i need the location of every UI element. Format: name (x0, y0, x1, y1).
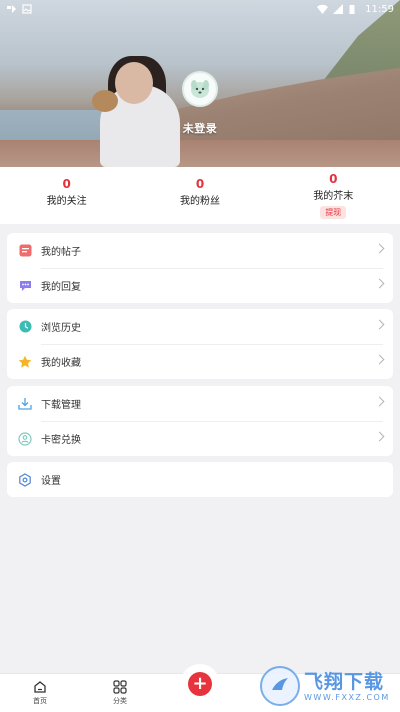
wifi-icon (317, 4, 329, 14)
menu-item-browse-history[interactable]: 浏览历史 (7, 309, 393, 344)
tab-home[interactable]: 首页 (0, 674, 80, 712)
menu-item-favorites[interactable]: 我的收藏 (7, 344, 393, 379)
mustard-count: 0 (329, 172, 338, 186)
menu-group-history: 浏览历史 我的收藏 (7, 309, 393, 379)
chevron-right-icon (374, 319, 385, 330)
followers-count: 0 (195, 177, 205, 191)
menu-item-my-posts[interactable]: 我的帖子 (7, 233, 393, 268)
image-notification-icon (22, 4, 32, 14)
chevron-right-icon (374, 243, 385, 254)
following-label: 我的关注 (46, 196, 87, 207)
reply-icon (18, 279, 32, 293)
chevron-right-icon (374, 396, 385, 407)
download-icon (18, 397, 32, 411)
app-notification-icon (6, 4, 16, 14)
menu-item-download-manager[interactable]: 下载管理 (7, 386, 393, 421)
stat-followers[interactable]: 0 我的粉丝 (133, 167, 266, 224)
mustard-label: 我的芥末 (313, 191, 354, 202)
stat-mustard[interactable]: 0 我的芥末 提现 (267, 167, 400, 224)
tab-category-label: 分类 (113, 697, 127, 705)
login-prompt[interactable]: 未登录 (150, 120, 250, 136)
default-avatar-icon (191, 80, 209, 98)
clock-icon (18, 320, 32, 334)
watermark-logo-icon (260, 666, 300, 706)
signal-icon (333, 4, 344, 14)
menu-item-my-replies[interactable]: 我的回复 (7, 268, 393, 303)
chevron-right-icon (374, 431, 385, 442)
plus-icon: + (188, 672, 212, 696)
stats-bar: 0 我的关注 0 我的粉丝 0 我的芥末 提现 (0, 167, 400, 224)
tab-category[interactable]: 分类 (80, 674, 160, 712)
menu-item-settings[interactable]: 设置 (7, 462, 393, 497)
redeem-icon (18, 431, 32, 446)
withdraw-button[interactable]: 提现 (320, 206, 347, 219)
watermark-url: WWW.FXXZ.COM (304, 692, 390, 702)
watermark-title: 飞翔下载 (304, 670, 385, 693)
post-icon (18, 244, 32, 258)
gear-icon (18, 472, 32, 487)
star-icon (18, 355, 32, 369)
avatar[interactable] (182, 71, 218, 107)
status-bar: 11:59 (0, 0, 400, 18)
battery-icon (349, 4, 359, 14)
chevron-right-icon (374, 278, 385, 289)
followers-label: 我的粉丝 (179, 196, 220, 207)
home-icon (34, 681, 46, 693)
stat-following[interactable]: 0 我的关注 (0, 167, 133, 224)
menu-group-settings: 设置 (7, 462, 393, 497)
watermark: 飞翔下载 WWW.FXXZ.COM (260, 660, 400, 712)
following-count: 0 (62, 177, 71, 191)
status-time: 11:59 (365, 3, 394, 15)
menu-group-tools: 下载管理 卡密兑换 (7, 386, 393, 456)
tab-home-label: 首页 (33, 697, 47, 705)
menu-group-posts: 我的帖子 我的回复 (7, 233, 393, 303)
create-post-button[interactable]: + (180, 664, 220, 704)
menu-item-card-redeem[interactable]: 卡密兑换 (7, 421, 393, 456)
grid-icon (113, 680, 127, 694)
chevron-right-icon (374, 354, 385, 365)
